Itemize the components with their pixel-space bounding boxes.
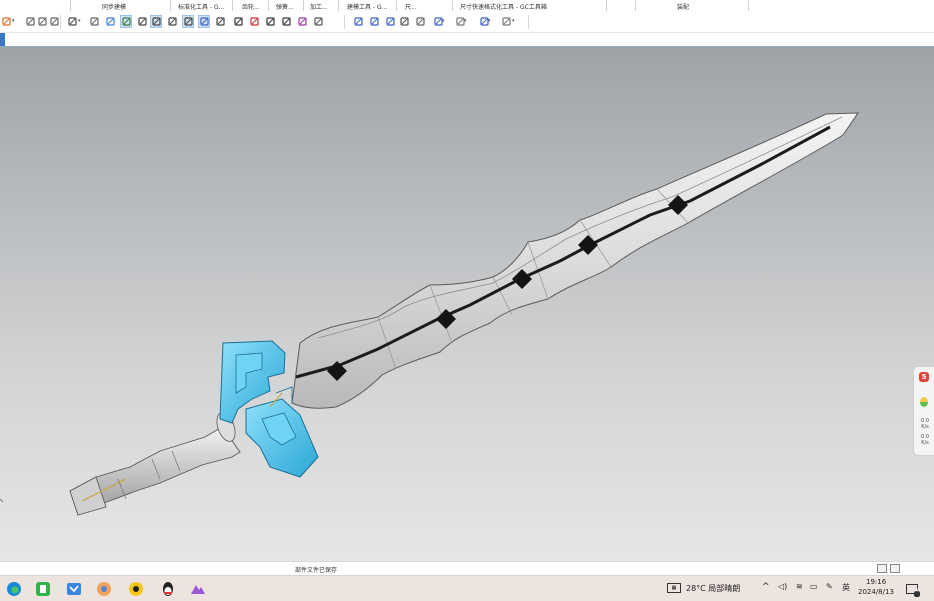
point-set-icon[interactable] — [312, 15, 324, 28]
edge-icon[interactable] — [4, 579, 24, 599]
toolbar-separator — [528, 15, 529, 29]
tool-icon[interactable] — [398, 15, 410, 28]
ribbon-separator — [606, 0, 607, 11]
battery-icon[interactable]: ▭ — [810, 582, 818, 591]
qq-icon[interactable] — [158, 579, 178, 599]
wechat-icon[interactable] — [33, 579, 53, 599]
speaker-icon[interactable]: ◁) — [778, 582, 787, 591]
chevron-down-icon[interactable]: ▾ — [464, 18, 467, 24]
clock-date[interactable]: 2024/8/13 — [858, 588, 894, 596]
plus-icon[interactable] — [264, 15, 276, 28]
ribbon-group-label[interactable]: 齿轮... — [242, 2, 260, 11]
table-icon[interactable] — [352, 15, 364, 28]
ribbon-group-label[interactable]: 标准化工具 - G... — [178, 2, 224, 11]
ribbon-group-label[interactable]: 尺寸快速格式化工具 - GC工具箱 — [460, 2, 547, 11]
status-ball-icon — [920, 397, 928, 407]
ribbon-separator — [70, 0, 71, 11]
graphics-viewport[interactable] — [0, 47, 934, 561]
select-rect-icon[interactable] — [66, 15, 78, 28]
chevron-down-icon[interactable]: ▾ — [78, 18, 81, 24]
creative-icon[interactable] — [188, 579, 208, 599]
cube-icon[interactable] — [104, 15, 116, 28]
boolean-icon[interactable] — [296, 15, 308, 28]
ribbon-group-label[interactable]: 同步建模 — [102, 2, 126, 11]
ribbon-group-label[interactable]: 建模工具 - G... — [347, 2, 387, 11]
ime-indicator[interactable]: 英 — [842, 582, 850, 593]
perpendicular-icon[interactable] — [214, 15, 226, 28]
bend-icon[interactable] — [36, 15, 48, 28]
status-bar: 部件文件已保存 — [0, 561, 934, 576]
wifi-icon[interactable]: ≋ — [796, 582, 803, 591]
window-mode-icon[interactable] — [877, 564, 887, 573]
ribbon-group-label[interactable]: 加工... — [310, 2, 328, 11]
spline-icon[interactable] — [182, 15, 194, 28]
ribbon-group-label[interactable]: 装配 — [677, 2, 689, 11]
line-icon[interactable] — [136, 15, 148, 28]
network-speed-widget[interactable]: 5 0.0 K/s 0.0 K/s — [913, 366, 934, 456]
ribbon-separator — [635, 0, 636, 11]
chevron-down-icon[interactable]: ▾ — [12, 18, 15, 24]
upload-unit: K/s — [921, 424, 929, 430]
resource-bar-tab[interactable] — [0, 33, 5, 46]
notification-count: 4 — [915, 588, 919, 594]
weather-icon[interactable]: ▦ — [667, 583, 681, 593]
download-unit: K/s — [921, 440, 929, 446]
sketch-icon[interactable] — [0, 15, 12, 28]
ribbon-separator — [452, 0, 453, 11]
ribbon-separator — [396, 0, 397, 11]
clock-time[interactable]: 19:16 — [866, 578, 886, 586]
cylinder-icon[interactable] — [88, 15, 100, 28]
ribbon-group-label[interactable]: 尺... — [405, 2, 417, 11]
command-toolbar: ▾ ▾ ▾ ▾ ▾ ▾ — [0, 12, 934, 33]
pen-icon[interactable]: ✎ — [826, 582, 833, 591]
chevron-down-icon[interactable]: ▾ — [442, 18, 445, 24]
ribbon-separator — [748, 0, 749, 11]
curve-icon[interactable] — [24, 15, 36, 28]
toolbar-separator — [344, 15, 345, 29]
wave-icon[interactable] — [198, 15, 210, 28]
circle-point-icon[interactable] — [232, 15, 244, 28]
sword-handle — [69, 412, 241, 516]
windows-taskbar: ▦ 28°C 局部晴朗 ^ ◁) ≋ ▭ ✎ 英 19:16 2024/8/13… — [0, 575, 934, 601]
diagonal-line-icon[interactable] — [150, 15, 162, 28]
slash-icon[interactable] — [280, 15, 292, 28]
document-icon[interactable] — [414, 15, 426, 28]
sword-model — [0, 112, 859, 516]
weather-text[interactable]: 28°C 局部晴朗 — [686, 583, 740, 594]
chevron-down-icon[interactable]: ▾ — [512, 18, 515, 24]
measure-icon[interactable] — [48, 15, 60, 28]
ribbon-separator — [232, 0, 233, 11]
visibility-icon[interactable] — [500, 15, 512, 28]
circle-icon[interactable] — [248, 15, 260, 28]
status-message: 部件文件已保存 — [295, 567, 338, 574]
ribbon-separator — [268, 0, 269, 11]
media-icon[interactable] — [94, 579, 114, 599]
toolbar-separator — [60, 15, 61, 29]
corner-icon[interactable] — [166, 15, 178, 28]
security-badge[interactable]: 5 — [919, 372, 929, 382]
ribbon-group-label[interactable]: 弹簧... — [276, 2, 294, 11]
chevron-up-icon[interactable]: ^ — [762, 582, 770, 592]
fullscreen-icon[interactable] — [890, 564, 900, 573]
notification-icon[interactable]: 4 — [906, 582, 921, 598]
ribbon-separator — [303, 0, 304, 11]
image-icon[interactable] — [368, 15, 380, 28]
command-strip — [0, 33, 934, 47]
move-face-icon[interactable] — [120, 15, 132, 28]
store-icon[interactable] — [64, 579, 84, 599]
chat-icon[interactable] — [126, 579, 146, 599]
rotate-icon[interactable] — [384, 15, 396, 28]
chevron-down-icon[interactable]: ▾ — [488, 18, 491, 24]
ribbon-separator — [338, 0, 339, 11]
blade — [291, 112, 859, 409]
ribbon-separator — [170, 0, 171, 11]
